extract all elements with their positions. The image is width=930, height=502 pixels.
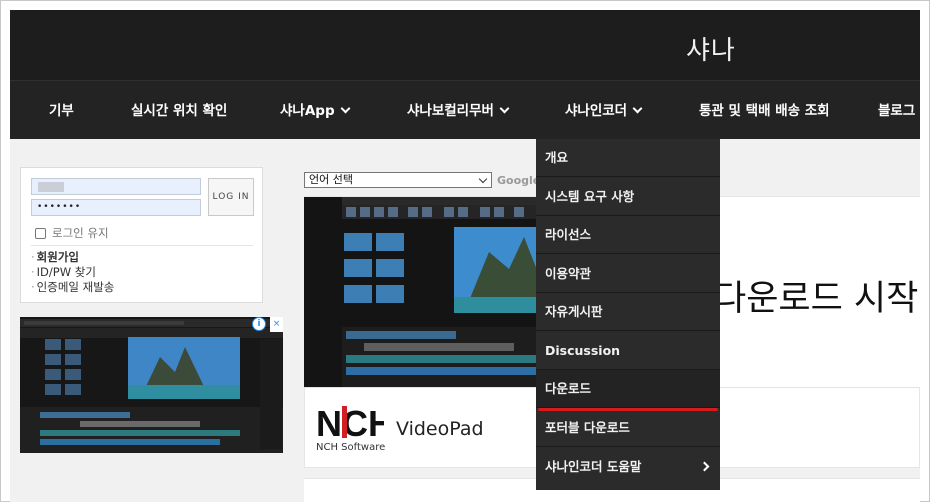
chevron-down-icon (632, 103, 643, 114)
nav-item-shana-encoder[interactable]: 샤나인코더 (565, 99, 643, 119)
dropdown-item-encoder-help[interactable]: 샤나인코더 도움말 (536, 448, 720, 486)
nav-item-donate[interactable]: 기부 (49, 99, 74, 119)
dropdown-item-portable-download[interactable]: 포터블 다운로드 (536, 409, 720, 447)
nav-item-customs-tracking[interactable]: 통관 및 택배 배송 조회 (699, 99, 830, 119)
chevron-down-icon (499, 103, 510, 114)
dropdown-item-system-requirements[interactable]: 시스템 요구 사항 (536, 178, 720, 216)
ad-info-icon[interactable]: i (252, 317, 266, 331)
keep-login-option[interactable]: 로그인 유지 (35, 225, 109, 241)
google-translate-logo: Google (497, 174, 541, 187)
login-divider (31, 245, 253, 246)
dropdown-item-free-board[interactable]: 자유게시판 (536, 293, 720, 331)
shana-encoder-dropdown-menu: 개요 시스템 요구 사항 라이선스 이용약관 자유게시판 Discussion … (536, 139, 720, 490)
dropdown-item-terms[interactable]: 이용약관 (536, 255, 720, 293)
login-links: · 회원가입 · ID/PW 찾기 · 인증메일 재발송 (31, 250, 114, 295)
redacted-user-id (38, 182, 64, 192)
ad-headline[interactable]: 다운로드 시작 (714, 270, 918, 321)
nch-software-label: NCH Software (316, 442, 386, 453)
language-select[interactable]: 언어 선택 (304, 172, 492, 188)
password-field[interactable]: ••••••• (31, 199, 201, 216)
side-ad-video-editor-screenshot[interactable] (20, 317, 283, 453)
site-title[interactable]: 샤나 (686, 30, 736, 67)
login-button[interactable]: LOG IN (208, 178, 254, 216)
dropdown-item-discussion[interactable]: Discussion (536, 332, 720, 370)
find-id-pw-link[interactable]: · ID/PW 찾기 (31, 265, 114, 280)
keep-login-label: 로그인 유지 (52, 226, 109, 240)
main-navigation: 기부 실시간 위치 확인 샤나App 샤나보컬리무버 샤나인코더 통관 및 택배… (10, 80, 920, 139)
keep-login-checkbox[interactable] (35, 227, 46, 239)
dropdown-item-overview[interactable]: 개요 (536, 139, 720, 177)
svg-text:NCH: NCH (316, 403, 384, 442)
ad-close-icon[interactable]: × (270, 317, 283, 332)
signup-link[interactable]: · 회원가입 (31, 250, 114, 265)
dropdown-item-download[interactable]: 다운로드 (536, 370, 720, 408)
nav-item-blog[interactable]: 블로그 (878, 99, 915, 119)
chevron-right-icon (699, 461, 710, 472)
nav-item-vocal-remover[interactable]: 샤나보컬리무버 (407, 99, 510, 119)
ad-product-name[interactable]: VideoPad (396, 418, 484, 440)
resend-verification-link[interactable]: · 인증메일 재발송 (31, 280, 114, 295)
chevron-down-icon (340, 103, 351, 114)
site-header: 샤나 (10, 10, 920, 80)
user-id-field[interactable] (31, 178, 201, 195)
nav-item-realtime-location[interactable]: 실시간 위치 확인 (131, 99, 227, 119)
dropdown-item-license[interactable]: 라이선스 (536, 216, 720, 254)
login-box: ••••••• LOG IN 로그인 유지 · 회원가입 · ID/PW 찾기 · 인… (20, 167, 263, 303)
nav-item-shana-app[interactable]: 샤나App (280, 99, 351, 119)
chevron-down-icon (478, 174, 488, 184)
download-highlight-underline (538, 408, 718, 411)
